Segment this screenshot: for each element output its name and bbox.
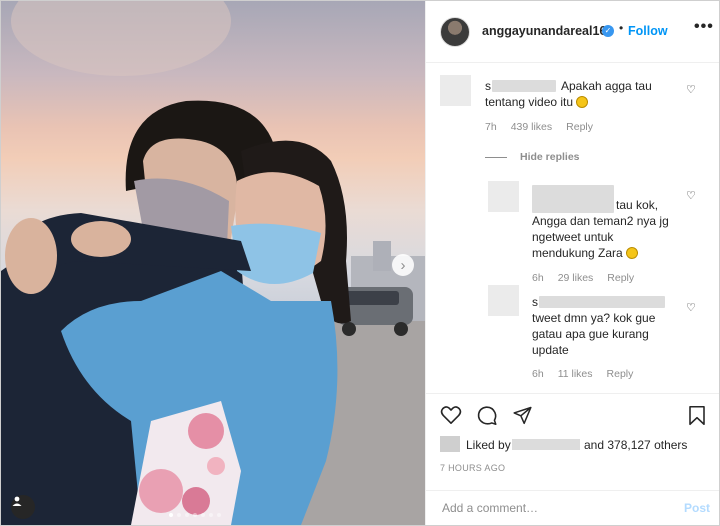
carousel-dot bbox=[169, 513, 173, 517]
tagged-users-button[interactable] bbox=[11, 495, 35, 519]
comment-time: 7h bbox=[485, 121, 497, 133]
reply-body: Angga dan teman2 nya jg ngetweet untuk m… bbox=[532, 214, 669, 260]
likes-count[interactable]: and 378,127 others bbox=[584, 438, 687, 452]
post-timestamp[interactable]: 7 HOURS AGO bbox=[440, 463, 505, 473]
redacted-liker-name[interactable] bbox=[512, 439, 580, 450]
next-image-button[interactable]: › bbox=[392, 254, 414, 276]
liked-by-label: Liked by bbox=[466, 438, 511, 452]
smiling-emoji-icon bbox=[626, 247, 639, 259]
add-comment-bar: Post bbox=[426, 490, 719, 525]
carousel-dot bbox=[177, 513, 181, 517]
add-comment-input[interactable] bbox=[440, 500, 664, 516]
user-icon bbox=[12, 496, 22, 506]
like-reply-heart-icon[interactable]: ♡ bbox=[686, 301, 696, 314]
heart-icon[interactable] bbox=[440, 405, 462, 425]
reply-avatar[interactable] bbox=[488, 181, 519, 212]
post-photo[interactable]: › bbox=[1, 1, 425, 525]
reply-text: Angga dan teman2 nya jg ngetweet untuk m… bbox=[532, 213, 672, 261]
comment-meta: 7h 439 likes Reply bbox=[485, 121, 607, 133]
reply-likes[interactable]: 11 likes bbox=[558, 368, 593, 380]
photo-illustration bbox=[1, 1, 425, 525]
like-reply-heart-icon[interactable]: ♡ bbox=[686, 189, 696, 202]
post-comment-button[interactable]: Post bbox=[684, 501, 710, 515]
reply-button[interactable]: Reply bbox=[566, 121, 593, 133]
carousel-dot bbox=[209, 513, 213, 517]
author-avatar[interactable] bbox=[440, 17, 470, 47]
like-comment-heart-icon[interactable]: ♡ bbox=[686, 83, 696, 96]
post-actions: Liked by and 378,127 others 7 HOURS AGO … bbox=[426, 393, 719, 525]
reply-likes[interactable]: 29 likes bbox=[558, 272, 594, 284]
carousel-dot bbox=[217, 513, 221, 517]
reply-name-initial[interactable]: s bbox=[532, 294, 538, 310]
share-icon[interactable] bbox=[512, 405, 533, 425]
carousel-dot bbox=[185, 513, 189, 517]
verified-badge-icon: ✓ bbox=[602, 25, 614, 37]
bookmark-icon[interactable] bbox=[688, 405, 706, 426]
redacted-username bbox=[539, 296, 665, 308]
reply-meta: 6h 11 likes Reply bbox=[532, 368, 647, 380]
reply-time: 6h bbox=[532, 272, 544, 284]
comments-list[interactable]: s Apakah agga tau tentang video itu ♡ 7h… bbox=[426, 63, 719, 391]
comment-body: Apakah agga tau tentang video itu bbox=[485, 79, 652, 109]
more-options-icon[interactable]: ••• bbox=[694, 18, 714, 36]
reply-time: 6h bbox=[532, 368, 544, 380]
reply-button[interactable]: Reply bbox=[607, 272, 634, 284]
commenter-avatar[interactable] bbox=[440, 75, 471, 106]
chevron-right-icon: › bbox=[400, 256, 406, 274]
carousel-dot bbox=[193, 513, 197, 517]
hide-replies-line bbox=[485, 157, 507, 158]
carousel-indicator bbox=[169, 513, 221, 517]
comment-likes[interactable]: 439 likes bbox=[511, 121, 552, 133]
grinning-emoji-icon bbox=[576, 96, 589, 108]
liker-avatar[interactable] bbox=[440, 436, 460, 452]
reply-text: tweet dmn ya? kok gue gatau apa gue kura… bbox=[532, 311, 656, 357]
reply-meta: 6h 29 likes Reply bbox=[532, 272, 648, 284]
reply-button[interactable]: Reply bbox=[607, 368, 634, 380]
hide-replies-button[interactable]: Hide replies bbox=[520, 151, 580, 163]
reply-avatar[interactable] bbox=[488, 285, 519, 316]
post-header: anggayunandareal16 ✓ • Follow ••• bbox=[426, 1, 719, 63]
instagram-post-frame: › anggayunandareal16 ✓ • Follow ••• s Ap… bbox=[0, 0, 720, 526]
header-separator: • bbox=[619, 21, 624, 35]
reply-text-line1: tau kok, bbox=[616, 198, 659, 212]
post-sidebar: anggayunandareal16 ✓ • Follow ••• s Apak… bbox=[425, 1, 719, 525]
follow-button[interactable]: Follow bbox=[628, 24, 668, 38]
redacted-username bbox=[532, 185, 614, 213]
carousel-dot bbox=[201, 513, 205, 517]
author-username[interactable]: anggayunandareal16 bbox=[482, 24, 606, 38]
comment-icon[interactable] bbox=[476, 405, 498, 426]
comment-text: Apakah agga tau tentang video itu bbox=[485, 78, 665, 110]
